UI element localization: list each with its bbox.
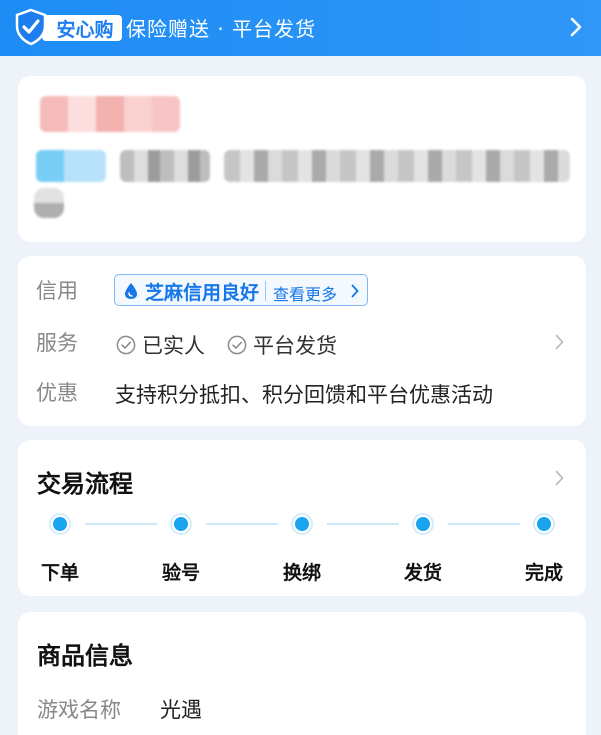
service-item-platform-delivery: 平台发货: [227, 330, 337, 360]
seller-info-card: 信用 芝麻信用良好 查看更多 服务 已实人 平台发货 优惠 支持积分抵扣、积分回…: [18, 256, 586, 426]
blurred-address-segment: [120, 150, 210, 182]
chevron-right-icon: [351, 284, 359, 298]
badge-label: 安心购: [42, 15, 122, 41]
chevron-right-icon[interactable]: [555, 470, 564, 486]
step-label-verify: 验号: [161, 562, 200, 584]
water-drop-icon: [125, 283, 137, 299]
service-item-label: 平台发货: [253, 334, 337, 358]
service-row[interactable]: 服务 已实人 平台发货: [18, 322, 586, 362]
chevron-right-icon[interactable]: [555, 334, 564, 350]
credit-rating-text: 芝麻信用良好: [145, 282, 260, 304]
step-connector: [206, 523, 278, 525]
view-more-link[interactable]: 查看更多: [273, 281, 337, 305]
check-circle-icon: [116, 335, 136, 355]
step-dot: [291, 513, 313, 535]
game-name-label: 游戏名称: [37, 698, 121, 722]
blurred-address-tag: [36, 150, 106, 182]
product-info-card: 商品信息 游戏名称 光遇: [18, 612, 586, 735]
trade-process-card[interactable]: 交易流程 下单 验号 换绑 发货 完成: [18, 440, 586, 596]
credit-row: 信用 芝麻信用良好 查看更多: [18, 270, 586, 310]
blurred-recipient-name: [40, 96, 180, 132]
step-connector: [448, 523, 520, 525]
check-circle-icon: [227, 335, 247, 355]
credit-divider: [265, 281, 266, 301]
step-label-order: 下单: [40, 562, 79, 584]
blurred-address-segment: [224, 150, 570, 182]
promo-text: 支持积分抵扣、积分回馈和平台优惠活动: [115, 383, 493, 407]
service-item-verified: 已实人: [116, 330, 205, 360]
credit-badge[interactable]: 芝麻信用良好 查看更多: [114, 274, 368, 306]
promo-label: 优惠: [36, 381, 78, 405]
promo-row: 优惠 支持积分抵扣、积分回馈和平台优惠活动: [18, 372, 586, 412]
insurance-banner[interactable]: 安心购 保险赠送 · 平台发货: [0, 0, 601, 56]
game-name-value: 光遇: [160, 698, 202, 722]
process-title: 交易流程: [37, 470, 133, 498]
step-connector: [327, 523, 399, 525]
banner-text: 保险赠送 · 平台发货: [126, 17, 317, 41]
step-label-rebind: 换绑: [282, 562, 321, 584]
credit-label: 信用: [36, 279, 78, 303]
service-item-label: 已实人: [142, 334, 205, 358]
step-label-deliver: 发货: [403, 562, 442, 584]
service-label: 服务: [36, 331, 78, 355]
blurred-address-segment: [34, 188, 64, 218]
step-dot: [533, 513, 555, 535]
product-info-title: 商品信息: [37, 642, 133, 670]
step-dot: [412, 513, 434, 535]
shield-check-icon: [15, 8, 47, 46]
step-label-complete: 完成: [524, 562, 563, 584]
anxingou-badge: 安心购: [14, 8, 122, 46]
step-dot: [49, 513, 71, 535]
step-dot: [170, 513, 192, 535]
recipient-address-card[interactable]: [18, 76, 586, 242]
step-connector: [85, 523, 157, 525]
chevron-right-icon[interactable]: [569, 14, 583, 40]
